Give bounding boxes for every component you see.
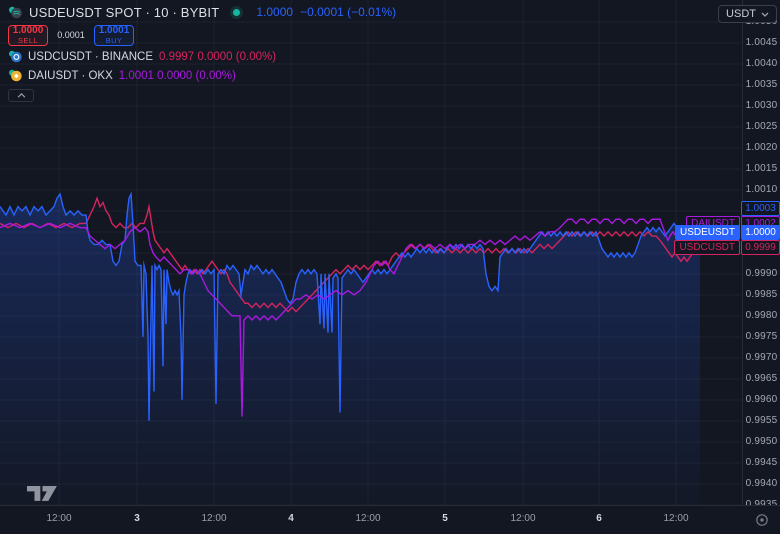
compare-values: 1.0001 0.0000 (0.00%)	[119, 70, 236, 82]
chevron-down-icon	[761, 12, 769, 17]
buy-price: 1.0001	[99, 26, 130, 36]
compare-values: 0.9997 0.0000 (0.00%)	[159, 51, 276, 63]
compare-row-usdcusdt[interactable]: USDCUSDT · BINANCE 0.9997 0.0000 (0.00%)	[8, 48, 396, 65]
time-tick-day-label: 6	[596, 513, 602, 524]
trade-buttons-row: 1.0000 SELL 0.0001 1.0001 BUY	[8, 24, 396, 46]
spread-value: 0.0001	[55, 30, 87, 40]
time-tick-label: 12:00	[510, 513, 535, 524]
time-tick-label: 12:00	[201, 513, 226, 524]
price-tick-label: 0.9990	[743, 268, 780, 279]
series-name-label-usdeusdt: USDEUSDT	[675, 225, 740, 240]
time-tick-day-label: 4	[288, 513, 294, 524]
symbol-title: USDEUSDT SPOT · 10 · BYBIT	[29, 5, 219, 20]
price-tick-label: 0.9940	[743, 478, 780, 489]
time-tick-label: 12:00	[355, 513, 380, 524]
price-tick-label: 0.9965	[743, 373, 780, 384]
price-tick-label: 1.0040	[743, 58, 780, 69]
main-symbol-row[interactable]: USDEUSDT SPOT · 10 · BYBIT 1.0000 −0.000…	[8, 4, 396, 20]
last-price-value-label: 1.0003	[741, 201, 780, 216]
price-tick-label: 1.0025	[743, 121, 780, 132]
currency-selector-button[interactable]: USDT	[718, 5, 777, 23]
last-price: 1.0000	[256, 5, 293, 19]
dai-coin-icon	[8, 69, 22, 82]
time-tick-label: 12:00	[46, 513, 71, 524]
price-tick-label: 0.9970	[743, 352, 780, 363]
buy-label: BUY	[106, 37, 123, 45]
tradingview-logo[interactable]	[27, 486, 59, 502]
price-tick-label: 0.9960	[743, 394, 780, 405]
time-tick-day-label: 3	[134, 513, 140, 524]
usdeusdt-pair-icon	[8, 6, 22, 19]
scales-settings-icon[interactable]	[754, 512, 770, 528]
sell-label: SELL	[18, 37, 38, 45]
price-tick-label: 1.0030	[743, 100, 780, 111]
collapse-legend-button[interactable]	[8, 89, 34, 102]
currency-label: USDT	[726, 8, 756, 20]
time-tick-day-label: 5	[442, 513, 448, 524]
price-tick-label: 1.0015	[743, 163, 780, 174]
price-tick-label: 0.9955	[743, 415, 780, 426]
compare-row-daiusdt[interactable]: DAIUSDT · OKX 1.0001 0.0000 (0.00%)	[8, 67, 396, 84]
time-tick-label: 12:00	[663, 513, 688, 524]
compare-symbol: USDCUSDT · BINANCE	[28, 51, 153, 63]
compare-symbol: DAIUSDT · OKX	[28, 70, 113, 82]
last-price-value-label: 0.9999	[741, 240, 780, 255]
price-tick-label: 1.0045	[743, 37, 780, 48]
price-tick-label: 0.9980	[743, 310, 780, 321]
tradingview-chart-window: 1.00501.00451.00401.00351.00301.00251.00…	[0, 0, 780, 534]
price-change: −0.0001 (−0.01%)	[300, 5, 396, 19]
price-tick-label: 0.9945	[743, 457, 780, 468]
price-tick-label: 1.0035	[743, 79, 780, 90]
last-price-value-label: 1.0000	[741, 225, 780, 240]
price-tick-label: 0.9950	[743, 436, 780, 447]
sell-button[interactable]: 1.0000 SELL	[8, 25, 48, 46]
price-tick-label: 1.0010	[743, 184, 780, 195]
series-name-label-usdcusdt: USDCUSDT	[674, 240, 740, 255]
sell-price: 1.0000	[13, 26, 44, 36]
buy-button[interactable]: 1.0001 BUY	[94, 25, 134, 46]
usdc-coin-icon	[8, 50, 22, 63]
price-tick-label: 0.9975	[743, 331, 780, 342]
chart-legend: USDEUSDT SPOT · 10 · BYBIT 1.0000 −0.000…	[8, 4, 396, 102]
market-status-icon[interactable]	[230, 6, 243, 19]
price-tick-label: 1.0020	[743, 142, 780, 153]
price-tick-label: 0.9985	[743, 289, 780, 300]
time-axis[interactable]: 12:00 3 12:00 4 12:00 5 12:00 6 12:00	[0, 505, 780, 534]
